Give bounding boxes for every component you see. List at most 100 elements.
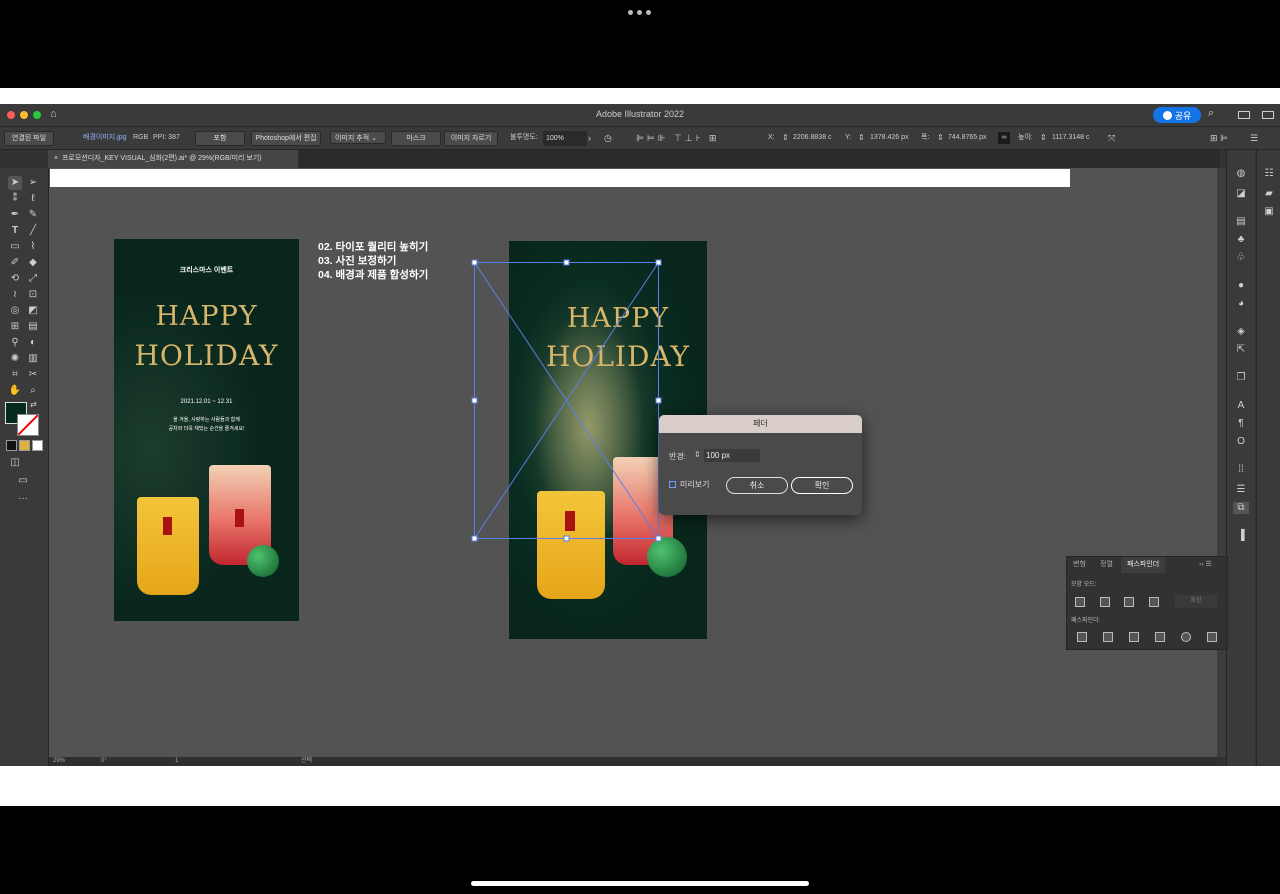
perspective-grid-icon[interactable]: ⊞ [8, 320, 22, 334]
rotate-tool-icon[interactable]: ⟲ [8, 272, 22, 286]
height-input[interactable]: 1117.3148 c [1052, 132, 1090, 144]
close-tab-icon[interactable]: × [54, 155, 62, 162]
preview-checkbox[interactable] [669, 481, 676, 488]
artboard-number[interactable]: 1 [175, 757, 178, 766]
transform-icon[interactable]: ⤧ [1108, 132, 1115, 144]
poster-artboard-left[interactable]: 크리스마스 이벤트 HAPPY HOLIDAY 2021.12.01 ~ 12.… [114, 239, 299, 621]
divide-icon[interactable] [1077, 632, 1087, 642]
multitask-dots[interactable] [628, 10, 651, 15]
color-icon[interactable]: ● [1233, 280, 1249, 292]
linked-file-name[interactable]: 배경이미지.jpg [83, 132, 127, 144]
selection-tool-icon[interactable]: ➤ [8, 176, 22, 190]
export-icon[interactable]: ⇱ [1233, 344, 1249, 356]
exclude-icon[interactable] [1149, 597, 1159, 607]
linked-file-button[interactable]: 연결된 파일 [4, 131, 54, 146]
more-tools-icon[interactable]: ··· [16, 492, 30, 506]
eyedropper-icon[interactable]: ⚲ [8, 336, 22, 350]
tab-document[interactable]: × 프로모션디자_KEY VISUAL_심화(2편).ai* @ 29%(RGB… [48, 150, 298, 168]
transform-icon[interactable]: ⁞⁞ [1233, 464, 1249, 476]
gradient-tool-icon[interactable]: ▤ [26, 320, 40, 334]
line-tool-icon[interactable]: ╱ [26, 224, 40, 238]
x-input[interactable]: 2206.8838 c [793, 132, 832, 144]
vertical-scrollbar[interactable] [1217, 168, 1226, 757]
stepper-icon[interactable]: ⇕ [694, 450, 701, 459]
crop-icon[interactable] [1155, 632, 1165, 642]
none-mode-icon[interactable] [32, 440, 43, 451]
opentype-icon[interactable]: O [1233, 436, 1249, 448]
pen-tool-icon[interactable]: ✒ [8, 208, 22, 222]
screen-mode-icon[interactable]: ▭ [16, 474, 30, 488]
unite-icon[interactable] [1075, 597, 1085, 607]
color-mode-icon[interactable] [6, 440, 17, 451]
preview-label[interactable]: 미리보기 [680, 479, 709, 490]
cancel-button[interactable]: 취소 [726, 477, 788, 494]
layers-icon[interactable]: ◈ [1233, 326, 1249, 338]
curvature-tool-icon[interactable]: ✎ [26, 208, 40, 222]
appearance-icon[interactable]: ◍ [1233, 168, 1249, 180]
minus-back-icon[interactable] [1207, 632, 1217, 642]
merge-icon[interactable] [1129, 632, 1139, 642]
panel-toggle-icon[interactable] [1262, 111, 1274, 119]
comments-icon[interactable]: ▰ [1261, 188, 1277, 200]
stepper-icon[interactable]: ⇕ [782, 132, 789, 144]
y-input[interactable]: 1378.426 px [870, 132, 909, 144]
live-paint-icon[interactable]: ◩ [26, 304, 40, 318]
graph-tool-icon[interactable]: ▥ [26, 352, 40, 366]
artboard-tool-icon[interactable]: ⌗ [8, 368, 22, 382]
width-input[interactable]: 744.8765 px [948, 132, 987, 144]
recolor-icon[interactable]: ◷ [604, 132, 612, 144]
scale-tool-icon[interactable]: ⤢ [26, 272, 40, 286]
character-icon[interactable]: A [1233, 400, 1249, 412]
warp-tool-icon[interactable]: ≀ [8, 288, 22, 302]
expand-button[interactable]: 확장 [1175, 595, 1217, 608]
crop-image-button[interactable]: 이미지 자르기 [444, 131, 498, 146]
libraries-icon[interactable]: ▤ [1233, 216, 1249, 228]
blend-tool-icon[interactable]: ◐ [26, 336, 40, 350]
symbol-sprayer-icon[interactable]: ✺ [8, 352, 22, 366]
embed-button[interactable]: 포함 [195, 131, 245, 146]
stepper-icon[interactable]: ⇕ [1040, 132, 1047, 144]
stepper-icon[interactable]: ⇕ [858, 132, 865, 144]
zoom-tool-icon[interactable]: ⌕ [26, 384, 40, 398]
hand-tool-icon[interactable]: ✋ [8, 384, 22, 398]
arrange-icon[interactable]: ⊞ ⊫ [1210, 132, 1228, 144]
home-indicator[interactable] [471, 881, 809, 886]
paragraph-icon[interactable]: ¶ [1233, 418, 1249, 430]
align-icons[interactable]: ⊫⊨⊪ ⊤⊥⊦ ⊞ [636, 132, 719, 144]
symbols-icon[interactable]: ♧ [1233, 252, 1249, 264]
canvas-area[interactable]: 크리스마스 이벤트 HAPPY HOLIDAY 2021.12.01 ~ 12.… [49, 168, 1217, 757]
align-icon[interactable]: ☰ [1233, 484, 1249, 496]
gradient-mode-icon[interactable] [19, 440, 30, 451]
minus-front-icon[interactable] [1100, 597, 1110, 607]
direct-selection-tool-icon[interactable]: ➢ [26, 176, 40, 190]
slice-tool-icon[interactable]: ✂ [26, 368, 40, 382]
intersect-icon[interactable] [1124, 597, 1134, 607]
rectangle-tool-icon[interactable]: ▭ [8, 240, 22, 254]
magic-wand-icon[interactable]: ⁑ [8, 192, 22, 206]
properties-icon[interactable]: ☷ [1261, 168, 1277, 180]
pathfinder-icon[interactable]: ⧉ [1233, 502, 1249, 514]
panel-menu-icon[interactable]: ›› ☰ [1199, 560, 1212, 568]
more-options-icon[interactable]: ☰ [1250, 132, 1258, 144]
outline-icon[interactable] [1181, 632, 1191, 642]
learn-icon[interactable]: ▣ [1261, 206, 1277, 218]
brushes-icon[interactable]: ♣ [1233, 234, 1249, 246]
lasso-icon[interactable]: ℓ [26, 192, 40, 206]
eraser-icon[interactable]: ◆ [26, 256, 40, 270]
share-button[interactable]: 공유 [1153, 107, 1201, 123]
gradient-icon[interactable]: ▐ [1233, 530, 1249, 542]
tab-transform[interactable]: 변형 [1067, 557, 1092, 573]
document-icon[interactable]: ◪ [1233, 188, 1249, 200]
opacity-input[interactable]: 100% [543, 131, 587, 146]
radius-input[interactable]: 100 px [704, 449, 760, 462]
mask-button[interactable]: 마스크 [391, 131, 441, 146]
shape-builder-icon[interactable]: ◎ [8, 304, 22, 318]
ok-button[interactable]: 확인 [791, 477, 853, 494]
selection-bounding-box[interactable] [469, 258, 669, 548]
zoom-level[interactable]: 29% [53, 757, 65, 766]
tab-align[interactable]: 정렬 [1094, 557, 1119, 573]
chevron-right-icon[interactable]: › [588, 132, 591, 144]
link-proportions-icon[interactable]: ∞ [998, 132, 1010, 144]
color-guide-icon[interactable]: ◕ [1233, 298, 1249, 310]
search-icon[interactable]: ⌕ [1208, 107, 1214, 120]
